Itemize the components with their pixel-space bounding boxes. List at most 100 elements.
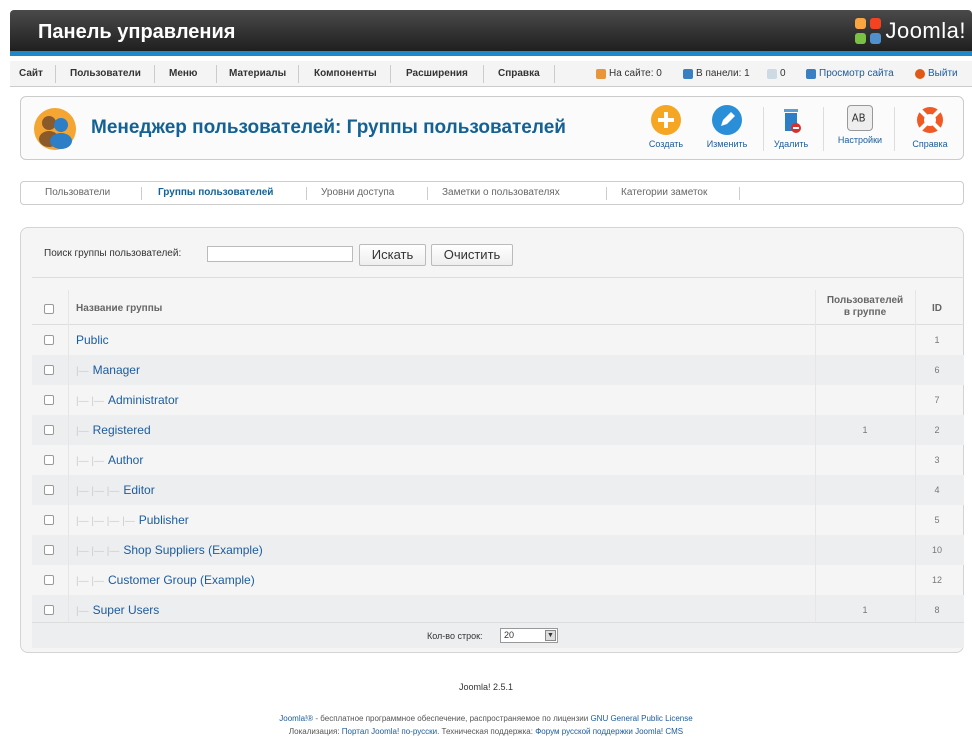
column-header-name[interactable]: Название группы xyxy=(76,303,162,314)
column-divider xyxy=(68,415,69,445)
column-divider xyxy=(68,535,69,565)
menu-item-menus[interactable]: Меню xyxy=(169,68,197,79)
settings-button[interactable]: AB Настройки xyxy=(833,105,887,145)
chevron-down-icon: ▼ xyxy=(545,630,556,641)
logout-link[interactable]: Выйти xyxy=(915,68,958,79)
column-divider xyxy=(68,595,69,625)
column-divider xyxy=(68,505,69,535)
group-name-link[interactable]: |— |— |— Shop Suppliers (Example) xyxy=(76,535,263,565)
portal-link[interactable]: Портал Joomla! по-русски xyxy=(342,727,437,736)
search-button[interactable]: Искать xyxy=(359,244,426,266)
delete-button[interactable]: Удалить xyxy=(764,105,818,149)
joomla-logo-text: Joomla! xyxy=(885,18,966,43)
version-text: Joomla! 2.5.1 xyxy=(458,682,514,692)
column-divider xyxy=(915,415,916,445)
group-name-link[interactable]: |— |— |— Editor xyxy=(76,475,155,505)
group-id: 5 xyxy=(934,515,940,525)
submenu-tabs: Пользователи Группы пользователей Уровни… xyxy=(20,181,964,205)
row-checkbox[interactable] xyxy=(44,425,54,435)
row-checkbox[interactable] xyxy=(44,545,54,555)
header-title: Панель управления xyxy=(38,21,236,43)
row-checkbox[interactable] xyxy=(44,335,54,345)
group-name-link[interactable]: |— |— Author xyxy=(76,445,143,475)
table-body: Public 1 |— Manager 6 |— |— Administrator 7 |— Re… xyxy=(32,325,964,625)
menu-item-content[interactable]: Материалы xyxy=(229,68,286,79)
gpl-link[interactable]: GNU General Public License xyxy=(590,714,692,723)
row-checkbox[interactable] xyxy=(44,485,54,495)
menu-divider xyxy=(298,65,299,83)
menu-divider xyxy=(216,65,217,83)
group-name-link[interactable]: |— |— Administrator xyxy=(76,385,179,415)
user-count xyxy=(815,475,915,505)
group-name-link[interactable]: Public xyxy=(76,325,109,355)
logout-text[interactable]: Выйти xyxy=(928,68,958,79)
options-icon: AB xyxy=(847,105,873,131)
column-divider xyxy=(68,290,69,325)
tab-users[interactable]: Пользователи xyxy=(45,187,110,198)
power-icon xyxy=(915,68,925,79)
group-name-link[interactable]: |— Manager xyxy=(76,355,140,385)
select-all-checkbox[interactable] xyxy=(44,304,54,314)
tree-indent-marker: |— |— |— |— xyxy=(76,516,135,527)
row-checkbox[interactable] xyxy=(44,365,54,375)
menu-item-site[interactable]: Сайт xyxy=(19,68,43,79)
group-name: Customer Group (Example) xyxy=(107,573,255,587)
row-checkbox[interactable] xyxy=(44,515,54,525)
menu-item-users[interactable]: Пользователи xyxy=(70,68,141,79)
group-name-link[interactable]: |— Super Users xyxy=(76,595,159,625)
joomla-logo[interactable]: Joomla! xyxy=(855,18,966,44)
group-name-link[interactable]: |— |— Customer Group (Example) xyxy=(76,565,255,595)
table-row: |— Registered 1 2 xyxy=(32,415,964,445)
row-checkbox[interactable] xyxy=(44,575,54,585)
row-checkbox[interactable] xyxy=(44,605,54,615)
group-name-link[interactable]: |— Registered xyxy=(76,415,151,445)
forum-link[interactable]: Форум русской поддержки Joomla! CMS xyxy=(535,727,683,736)
group-name-link[interactable]: |— |— |— |— Publisher xyxy=(76,505,189,535)
create-button[interactable]: Создать xyxy=(639,105,693,149)
group-name: Editor xyxy=(123,483,155,497)
tab-access-levels[interactable]: Уровни доступа xyxy=(321,187,394,198)
view-site-link[interactable]: Просмотр сайта xyxy=(806,68,894,79)
tree-indent-marker: |— |— |— xyxy=(76,486,120,497)
user-count xyxy=(815,505,915,535)
column-divider xyxy=(68,475,69,505)
row-checkbox[interactable] xyxy=(44,455,54,465)
rows-per-page-select[interactable]: 20 ▼ xyxy=(500,628,558,643)
column-divider xyxy=(915,355,916,385)
menu-item-components[interactable]: Компоненты xyxy=(314,68,377,79)
search-input[interactable] xyxy=(207,246,353,262)
help-label: Справка xyxy=(912,139,948,149)
footer-support-text: . Техническая поддержка: xyxy=(437,727,536,736)
view-site-text[interactable]: Просмотр сайта xyxy=(819,68,894,79)
menu-item-extensions[interactable]: Расширения xyxy=(406,68,468,79)
menu-item-help[interactable]: Справка xyxy=(498,68,540,79)
rows-per-page-value: 20 xyxy=(504,630,515,640)
user-icon xyxy=(596,68,606,79)
table-row: |— Manager 6 xyxy=(32,355,964,385)
tab-note-categories[interactable]: Категории заметок xyxy=(621,187,707,198)
tab-user-groups[interactable]: Группы пользователей xyxy=(158,187,273,198)
table-row: |— Super Users 1 8 xyxy=(32,595,964,625)
group-name: Publisher xyxy=(138,513,189,527)
tree-indent-marker: |— |— |— xyxy=(76,546,120,557)
clear-button[interactable]: Очистить xyxy=(431,244,513,266)
delete-label: Удалить xyxy=(773,139,809,149)
status-messages[interactable]: 0 xyxy=(767,68,786,79)
user-count xyxy=(815,565,915,595)
tab-divider xyxy=(306,187,307,200)
tree-indent-marker: |— |— xyxy=(76,396,104,407)
column-divider xyxy=(915,595,916,625)
column-divider xyxy=(915,445,916,475)
row-checkbox[interactable] xyxy=(44,395,54,405)
tab-user-notes[interactable]: Заметки о пользователях xyxy=(442,187,560,198)
column-divider xyxy=(915,565,916,595)
joomla-link[interactable]: Joomla!® xyxy=(279,714,313,723)
edit-button[interactable]: Изменить xyxy=(700,105,754,149)
group-name: Super Users xyxy=(92,603,160,617)
column-header-users: Пользователей в группе xyxy=(815,295,915,319)
table-row: |— |— |— |— Publisher 5 xyxy=(32,505,964,535)
group-id: 4 xyxy=(934,485,940,495)
groups-table: Название группы Пользователей в группе I… xyxy=(32,290,964,625)
help-button[interactable]: Справка xyxy=(903,105,957,149)
rows-per-page-label: Кол-во строк: xyxy=(427,631,483,641)
